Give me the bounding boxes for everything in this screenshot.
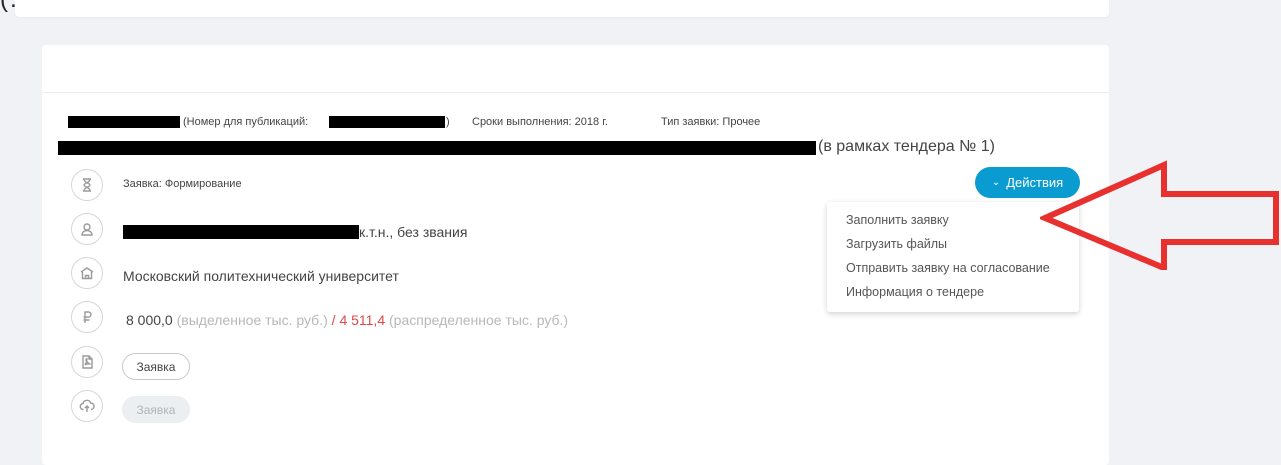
application-type-label: Тип заявки: Прочее [661,116,761,128]
redacted-publication-number [329,116,445,128]
distributed-label: (распределенное тыс. руб.) [389,312,569,328]
card-header [42,45,1109,93]
menu-item-fill-application[interactable]: Заполнить заявку [846,213,949,227]
redacted-title [68,116,180,128]
hourglass-icon [71,169,103,201]
menu-item-upload-files[interactable]: Загрузить файлы [846,237,947,251]
distributed-value: 4 511,4 [339,312,386,328]
ruble-icon [71,301,103,333]
tender-reference: (в рамках тендера № 1) [818,138,995,155]
previous-card [15,0,1109,17]
application-status: Заявка: Формирование [123,178,242,190]
menu-item-tender-info[interactable]: Информация о тендере [846,285,984,299]
budget-separator: / [331,312,336,328]
organization-name: Московский политехнический университет [123,268,399,284]
person-degree: к.т.н., без звания [359,224,468,240]
allocated-label: (выделенное тыс. руб.) [176,312,328,328]
building-icon [71,257,103,289]
publication-number-close: ) [446,116,450,128]
menu-item-send-for-approval[interactable]: Отправить заявку на согласование [846,261,1050,275]
redacted-project-title [58,141,816,155]
user-icon [71,213,103,245]
pdf-file-icon [71,346,103,378]
annotation-arrow-icon [1040,160,1279,270]
allocated-value: 8 000,0 [126,312,173,328]
application-file-button[interactable]: Заявка [122,353,190,380]
cloud-upload-icon [71,390,103,422]
deadline-label: Сроки выполнения: 2018 г. [472,116,608,128]
redacted-person-name [123,225,359,239]
chevron-down-icon: ⌄ [991,177,1001,188]
budget-row: 8 000,0 (выделенное тыс. руб.) / 4 511,4… [126,312,568,328]
application-upload-button: Заявка [122,396,190,423]
publication-number-label: (Номер для публикаций: [183,116,309,128]
